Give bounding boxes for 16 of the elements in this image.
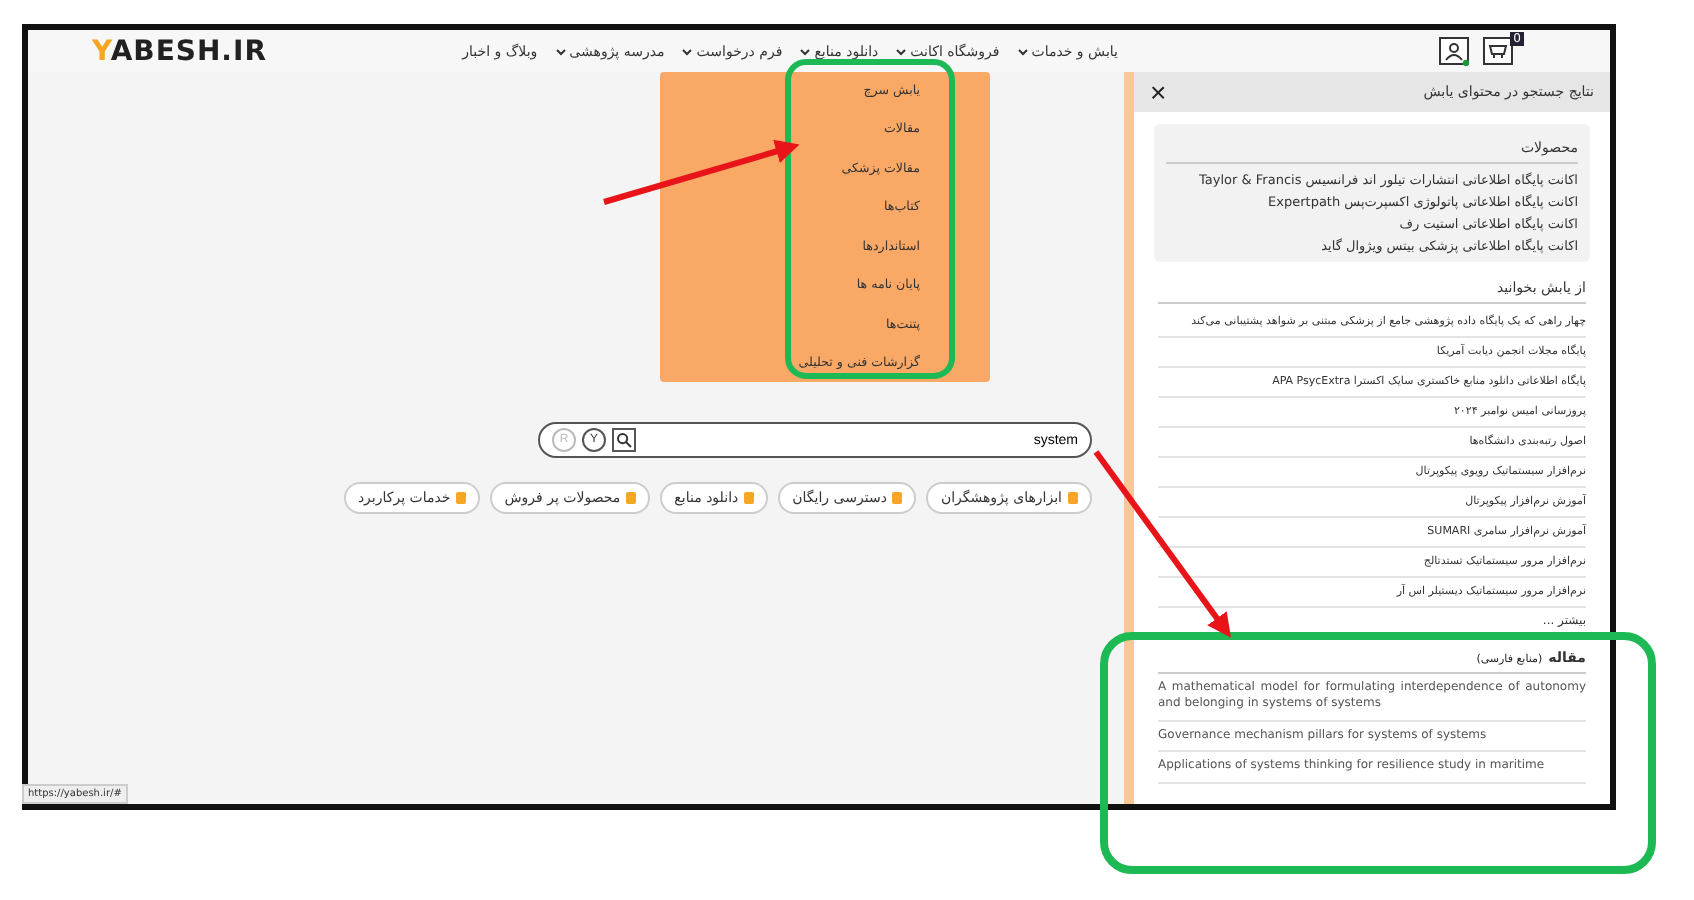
chevron-icon xyxy=(555,47,566,55)
search-icon xyxy=(616,432,632,448)
chevron-icon xyxy=(1017,47,1028,55)
chevron-icon xyxy=(682,47,693,55)
search-button[interactable] xyxy=(612,428,636,452)
chip-icon xyxy=(626,492,637,504)
chip-icon xyxy=(456,492,467,504)
chevron-icon xyxy=(800,47,811,55)
chip-icon xyxy=(1068,492,1078,504)
chevron-icon xyxy=(896,47,907,55)
chip-icon xyxy=(892,492,903,504)
close-button[interactable]: × xyxy=(1150,78,1167,106)
site-logo[interactable]: YABESH.IR xyxy=(92,35,267,67)
chip-icon xyxy=(744,492,755,504)
cart-icon[interactable] xyxy=(1482,36,1514,66)
user-card-icon[interactable] xyxy=(1438,36,1470,66)
